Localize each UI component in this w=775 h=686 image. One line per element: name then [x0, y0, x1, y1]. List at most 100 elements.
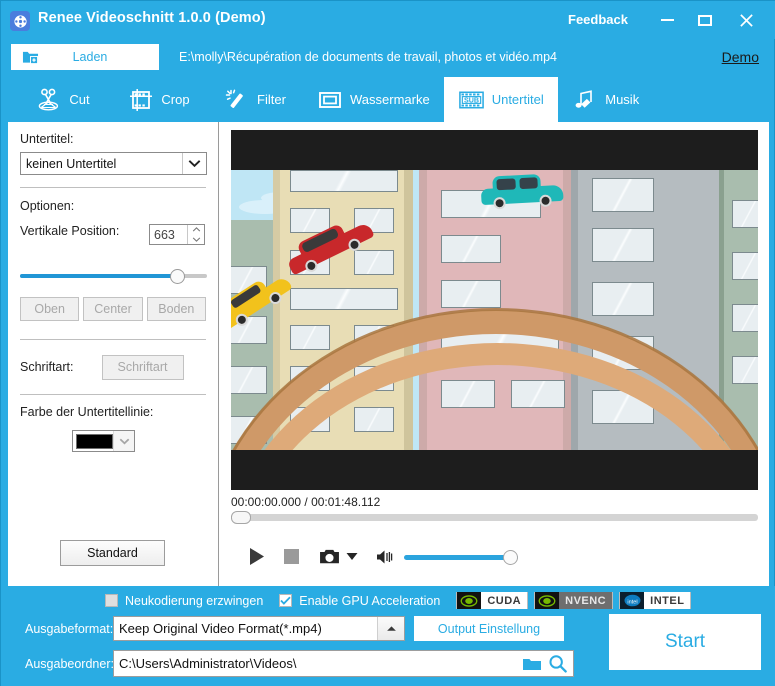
- nvidia-eye-icon: [457, 592, 481, 609]
- letterbox-top: [231, 130, 758, 170]
- align-bottom-button[interactable]: Boden: [147, 297, 206, 321]
- caret-down-icon[interactable]: [346, 552, 358, 561]
- stepper-down-icon[interactable]: [188, 235, 204, 245]
- tab-cut[interactable]: Cut: [15, 77, 111, 122]
- subtitle-label: Untertitel:: [20, 132, 206, 146]
- load-button-label: Laden: [39, 50, 159, 64]
- folder-icon[interactable]: [522, 656, 542, 677]
- folder-actions: [522, 654, 567, 678]
- tab-untertitel-label: Untertitel: [492, 92, 544, 107]
- timecode-display: 00:00:00.000 / 00:01:48.112: [231, 495, 380, 509]
- gpu-badge-nvenc-label: NVENC: [559, 592, 612, 609]
- vertical-position-label: Vertikale Position:: [20, 224, 120, 239]
- font-label: Schriftart:: [20, 360, 74, 374]
- watermark-frame-icon: [317, 87, 343, 113]
- output-folder-label: Ausgabeordner:: [25, 657, 109, 671]
- video-player: 00:00:00.000 / 00:01:48.112: [220, 122, 769, 586]
- gpu-badge-nvenc[interactable]: NVENC: [534, 592, 613, 609]
- svg-text:SUB: SUB: [464, 96, 479, 104]
- output-folder-input[interactable]: C:\Users\Administrator\Videos\: [113, 650, 574, 677]
- output-format-select[interactable]: Keep Original Video Format(*.mp4): [113, 616, 405, 641]
- tab-filter[interactable]: Filter: [207, 77, 303, 122]
- camera-icon[interactable]: [319, 548, 340, 565]
- tab-crop-label: Crop: [161, 92, 189, 107]
- folder-add-icon: [22, 49, 39, 65]
- film-frame-icon: [128, 87, 154, 113]
- volume-track: [404, 555, 518, 560]
- font-row: Schriftart: Schriftart: [20, 354, 206, 380]
- subtitle-select-value: keinen Untertitel: [21, 157, 116, 171]
- stepper-up-icon[interactable]: [188, 225, 204, 235]
- gpu-acceleration-label: Enable GPU Acceleration: [299, 594, 440, 608]
- magic-wand-icon: [224, 87, 250, 113]
- stepper-buttons[interactable]: [187, 225, 204, 244]
- output-setting-button[interactable]: Output Einstellung: [414, 616, 564, 641]
- svg-text:intel: intel: [627, 599, 637, 605]
- subtitle-select[interactable]: keinen Untertitel: [20, 152, 207, 175]
- maximize-icon[interactable]: [692, 9, 718, 31]
- car-teal: [480, 173, 564, 209]
- film-reel-icon: [10, 11, 30, 31]
- standard-button[interactable]: Standard: [60, 540, 165, 566]
- output-format-row: Ausgabeformat: Keep Original Video Forma…: [25, 616, 564, 641]
- video-preview[interactable]: [231, 130, 758, 490]
- output-format-value: Keep Original Video Format(*.mp4): [114, 621, 322, 636]
- start-button[interactable]: Start: [609, 614, 761, 670]
- nvidia-eye-icon: [535, 592, 559, 609]
- font-button[interactable]: Schriftart: [102, 355, 184, 380]
- volume-thumb[interactable]: [503, 550, 518, 565]
- chevron-up-icon[interactable]: [377, 617, 404, 640]
- gpu-badge-cuda[interactable]: CUDA: [456, 592, 528, 609]
- application-window: Renee Videoschnitt 1.0.0 (Demo) Feedback…: [0, 0, 775, 686]
- tab-wassermarke[interactable]: Wassermarke: [303, 77, 444, 122]
- alignment-buttons: Oben Center Boden: [20, 297, 206, 321]
- gpu-badge-intel-label: INTEL: [644, 592, 690, 609]
- stop-icon[interactable]: [284, 549, 299, 564]
- line-color-picker[interactable]: [72, 430, 135, 452]
- speaker-icon[interactable]: [376, 549, 394, 565]
- divider: [20, 339, 206, 340]
- vertical-position-value: 663: [150, 225, 187, 244]
- subtitle-options-panel: Untertitel: keinen Untertitel Optionen: …: [8, 122, 219, 586]
- seek-thumb[interactable]: [231, 511, 251, 524]
- encoding-options-row: Neukodierung erzwingen Enable GPU Accele…: [105, 592, 697, 609]
- tab-filter-label: Filter: [257, 92, 286, 107]
- vertical-position-slider[interactable]: [20, 268, 207, 284]
- load-button[interactable]: Laden: [11, 44, 159, 70]
- output-folder-row: Ausgabeordner: C:\Users\Administrator\Vi…: [25, 650, 574, 677]
- gpu-acceleration-checkbox[interactable]: [279, 594, 292, 607]
- feedback-link[interactable]: Feedback: [568, 12, 628, 27]
- slider-fill: [20, 274, 175, 278]
- gpu-badge-intel[interactable]: intel INTEL: [619, 592, 691, 609]
- main-content: Untertitel: keinen Untertitel Optionen: …: [8, 122, 769, 586]
- seek-track: [231, 514, 758, 521]
- gpu-badge-cuda-label: CUDA: [481, 592, 527, 609]
- vertical-position-stepper[interactable]: 663: [149, 224, 205, 245]
- seek-bar[interactable]: [231, 510, 758, 524]
- force-reencode-checkbox[interactable]: [105, 594, 118, 607]
- play-icon[interactable]: [248, 547, 266, 566]
- scissors-icon: [36, 87, 62, 113]
- minimize-icon[interactable]: [654, 9, 680, 31]
- force-reencode-label: Neukodierung erzwingen: [125, 594, 263, 608]
- tab-crop[interactable]: Crop: [111, 77, 207, 122]
- load-bar: Laden E:\molly\Récupération de documents…: [1, 39, 775, 77]
- window-title: Renee Videoschnitt 1.0.0 (Demo): [38, 10, 266, 26]
- close-icon[interactable]: [733, 9, 759, 31]
- tab-untertitel[interactable]: SUB Untertitel: [444, 77, 558, 122]
- video-frame-content: [231, 170, 758, 450]
- align-center-button[interactable]: Center: [83, 297, 142, 321]
- output-folder-value: C:\Users\Administrator\Videos\: [114, 656, 297, 671]
- magnifier-icon[interactable]: [548, 654, 567, 678]
- demo-link[interactable]: Demo: [722, 49, 759, 65]
- bottom-bar: Neukodierung erzwingen Enable GPU Accele…: [1, 586, 775, 686]
- volume-slider[interactable]: [404, 550, 518, 564]
- tab-wassermarke-label: Wassermarke: [350, 92, 430, 107]
- align-top-button[interactable]: Oben: [20, 297, 79, 321]
- title-bar: Renee Videoschnitt 1.0.0 (Demo) Feedback: [1, 1, 775, 39]
- tab-musik[interactable]: Musik: [558, 77, 654, 122]
- chevron-down-icon[interactable]: [113, 431, 134, 451]
- slider-thumb[interactable]: [170, 269, 185, 284]
- chevron-down-icon[interactable]: [182, 153, 206, 174]
- divider: [20, 187, 206, 188]
